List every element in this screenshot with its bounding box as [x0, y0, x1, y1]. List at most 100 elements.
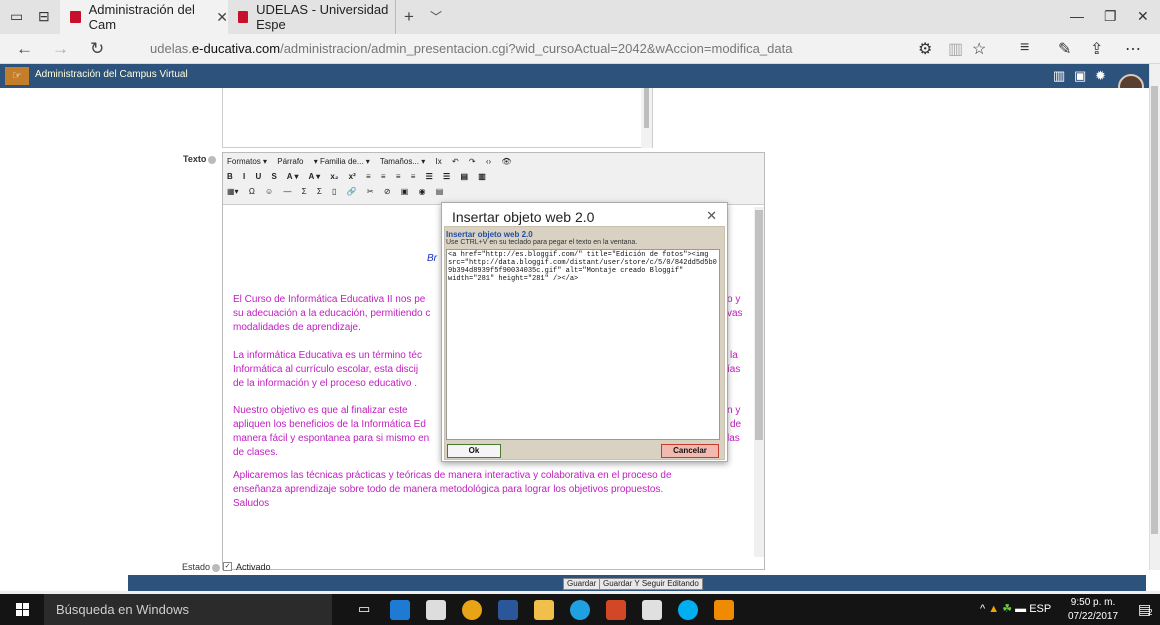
italic-icon[interactable]: I: [243, 172, 245, 181]
vlc-icon[interactable]: [714, 600, 734, 620]
formats-dropdown[interactable]: Formatos ▾: [227, 157, 267, 166]
briefcase-icon[interactable]: ▣: [1074, 68, 1086, 84]
sum-icon[interactable]: Σ: [317, 187, 322, 196]
background-color-icon[interactable]: A ▾: [308, 172, 320, 181]
task-view-icon[interactable]: ▭: [358, 601, 370, 617]
paragraph-fragment-right: la: [730, 350, 738, 361]
new-tab-icon[interactable]: +: [404, 7, 414, 27]
share-icon[interactable]: ⇪: [1090, 39, 1103, 59]
media-icon[interactable]: ▤: [436, 187, 444, 196]
battery-icon[interactable]: ▬: [1015, 603, 1026, 615]
show-hidden-icons-icon[interactable]: ^: [980, 603, 985, 615]
reading-view-icon[interactable]: ▥: [948, 39, 963, 59]
redo-icon[interactable]: ↷: [469, 157, 476, 166]
mail-icon[interactable]: [642, 600, 662, 620]
store-icon[interactable]: [426, 600, 446, 620]
undo-icon[interactable]: ↶: [452, 157, 459, 166]
anchor-icon[interactable]: ▯: [332, 187, 336, 196]
previous-textarea-scroll-thumb[interactable]: [644, 88, 649, 128]
font-family-dropdown[interactable]: ▾ Familia de... ▾: [314, 157, 370, 166]
link-icon[interactable]: 🔗: [347, 187, 357, 196]
underline-icon[interactable]: U: [255, 172, 261, 181]
file-explorer-icon[interactable]: [534, 600, 554, 620]
hub-icon[interactable]: ≡: [1020, 39, 1029, 57]
close-window-icon[interactable]: ✕: [1137, 8, 1149, 25]
previous-textarea[interactable]: [222, 88, 653, 148]
url-field[interactable]: udelas.e-ducativa.com/administracion/adm…: [150, 41, 792, 56]
no-link-icon[interactable]: ⊘: [384, 187, 391, 196]
taskbar-search-box[interactable]: Búsqueda en Windows: [44, 594, 332, 625]
ok-button[interactable]: Ok: [447, 444, 501, 458]
paragraph-fragment-right: o y: [727, 294, 741, 305]
numbered-list-icon[interactable]: ☰: [443, 172, 450, 181]
strikethrough-icon[interactable]: S: [272, 172, 277, 181]
back-icon[interactable]: ←: [16, 39, 33, 59]
special-char-icon[interactable]: Ω: [249, 187, 255, 196]
site-favicon-icon: [70, 11, 81, 23]
word-icon[interactable]: [498, 600, 518, 620]
tab-administracion[interactable]: Administración del Cam ✕: [60, 0, 228, 34]
embed-code-textarea[interactable]: <a href="http://es.bloggif.com/" title="…: [446, 249, 720, 440]
tab-preview-icon[interactable]: ▭: [10, 8, 23, 25]
math-icon[interactable]: Σ: [302, 187, 307, 196]
clear-format-icon[interactable]: Ix: [435, 157, 441, 166]
chrome-icon[interactable]: [462, 600, 482, 620]
paragraph-dropdown[interactable]: Párrafo: [277, 157, 303, 166]
favorite-star-icon[interactable]: ☆: [972, 39, 986, 59]
close-tab-icon[interactable]: ✕: [216, 9, 228, 26]
save-button[interactable]: Guardar: [563, 578, 601, 590]
source-code-icon[interactable]: ‹›: [486, 157, 491, 166]
minimize-icon[interactable]: —: [1070, 8, 1084, 24]
align-right-icon[interactable]: ≡: [396, 172, 401, 181]
emoticon-icon[interactable]: ☺: [265, 187, 273, 196]
language-indicator[interactable]: ESP: [1029, 603, 1051, 615]
tab-list-chevron-icon[interactable]: ﹀: [430, 8, 442, 25]
outdent-icon[interactable]: ▤: [460, 172, 468, 181]
settings-gear-icon[interactable]: ✹: [1095, 68, 1106, 84]
tab-udelas[interactable]: UDELAS - Universidad Espe: [228, 0, 396, 34]
clock[interactable]: 9:50 p. m. 07/22/2017: [1068, 596, 1118, 624]
dialog-close-icon[interactable]: ✕: [706, 208, 717, 224]
more-icon[interactable]: ⋯: [1125, 39, 1141, 59]
horizontal-rule-icon[interactable]: —: [283, 187, 291, 196]
bold-icon[interactable]: B: [227, 172, 233, 181]
align-center-icon[interactable]: ≡: [381, 172, 386, 181]
image-icon[interactable]: ▣: [401, 187, 409, 196]
superscript-icon[interactable]: x²: [349, 172, 356, 181]
paragraph-line: enseñanza aprendizaje sobre todo de mane…: [233, 484, 664, 495]
web-object-icon[interactable]: ◉: [419, 187, 426, 196]
preview-icon[interactable]: 👁: [501, 157, 511, 166]
activado-checkbox[interactable]: ✓: [223, 562, 232, 571]
table-icon[interactable]: ▦▾: [227, 187, 239, 196]
web-note-icon[interactable]: ✎: [1058, 39, 1071, 59]
network-icon[interactable]: ☘: [1002, 603, 1012, 615]
internet-explorer-icon[interactable]: [570, 600, 590, 620]
help-icon[interactable]: [212, 563, 221, 572]
restore-icon[interactable]: ❐: [1104, 8, 1117, 25]
toolbar-row-1: Formatos ▾ Párrafo ▾ Familia de... ▾ Tam…: [227, 157, 520, 166]
help-icon[interactable]: [208, 155, 217, 164]
refresh-icon[interactable]: ↻: [90, 39, 104, 59]
save-and-continue-button[interactable]: Guardar Y Seguir Editando: [599, 578, 703, 590]
cancel-button[interactable]: Cancelar: [661, 444, 719, 458]
powerpoint-icon[interactable]: [606, 600, 626, 620]
tab-aside-icon[interactable]: ⊟: [38, 8, 50, 25]
app-logo-icon[interactable]: ☞: [5, 67, 29, 85]
align-justify-icon[interactable]: ≡: [411, 172, 416, 181]
page-scrollbar-thumb[interactable]: [1151, 86, 1158, 534]
texto-label: Texto: [183, 154, 217, 164]
edge-browser-icon[interactable]: [390, 600, 410, 620]
unlink-icon[interactable]: ✂: [367, 187, 374, 196]
bullet-list-icon[interactable]: ☰: [426, 172, 433, 181]
books-icon[interactable]: ▥: [1053, 68, 1065, 84]
warning-icon[interactable]: ▲: [988, 603, 999, 615]
forward-icon[interactable]: →: [52, 39, 69, 59]
extension-icon[interactable]: ⚙: [918, 39, 932, 59]
font-size-dropdown[interactable]: Tamaños... ▾: [380, 157, 425, 166]
text-color-icon[interactable]: A ▾: [287, 172, 299, 181]
align-left-icon[interactable]: ≡: [366, 172, 371, 181]
subscript-icon[interactable]: x₂: [330, 172, 338, 181]
windows-start-icon[interactable]: [16, 603, 30, 617]
skype-icon[interactable]: [678, 600, 698, 620]
indent-icon[interactable]: ▥: [478, 172, 486, 181]
